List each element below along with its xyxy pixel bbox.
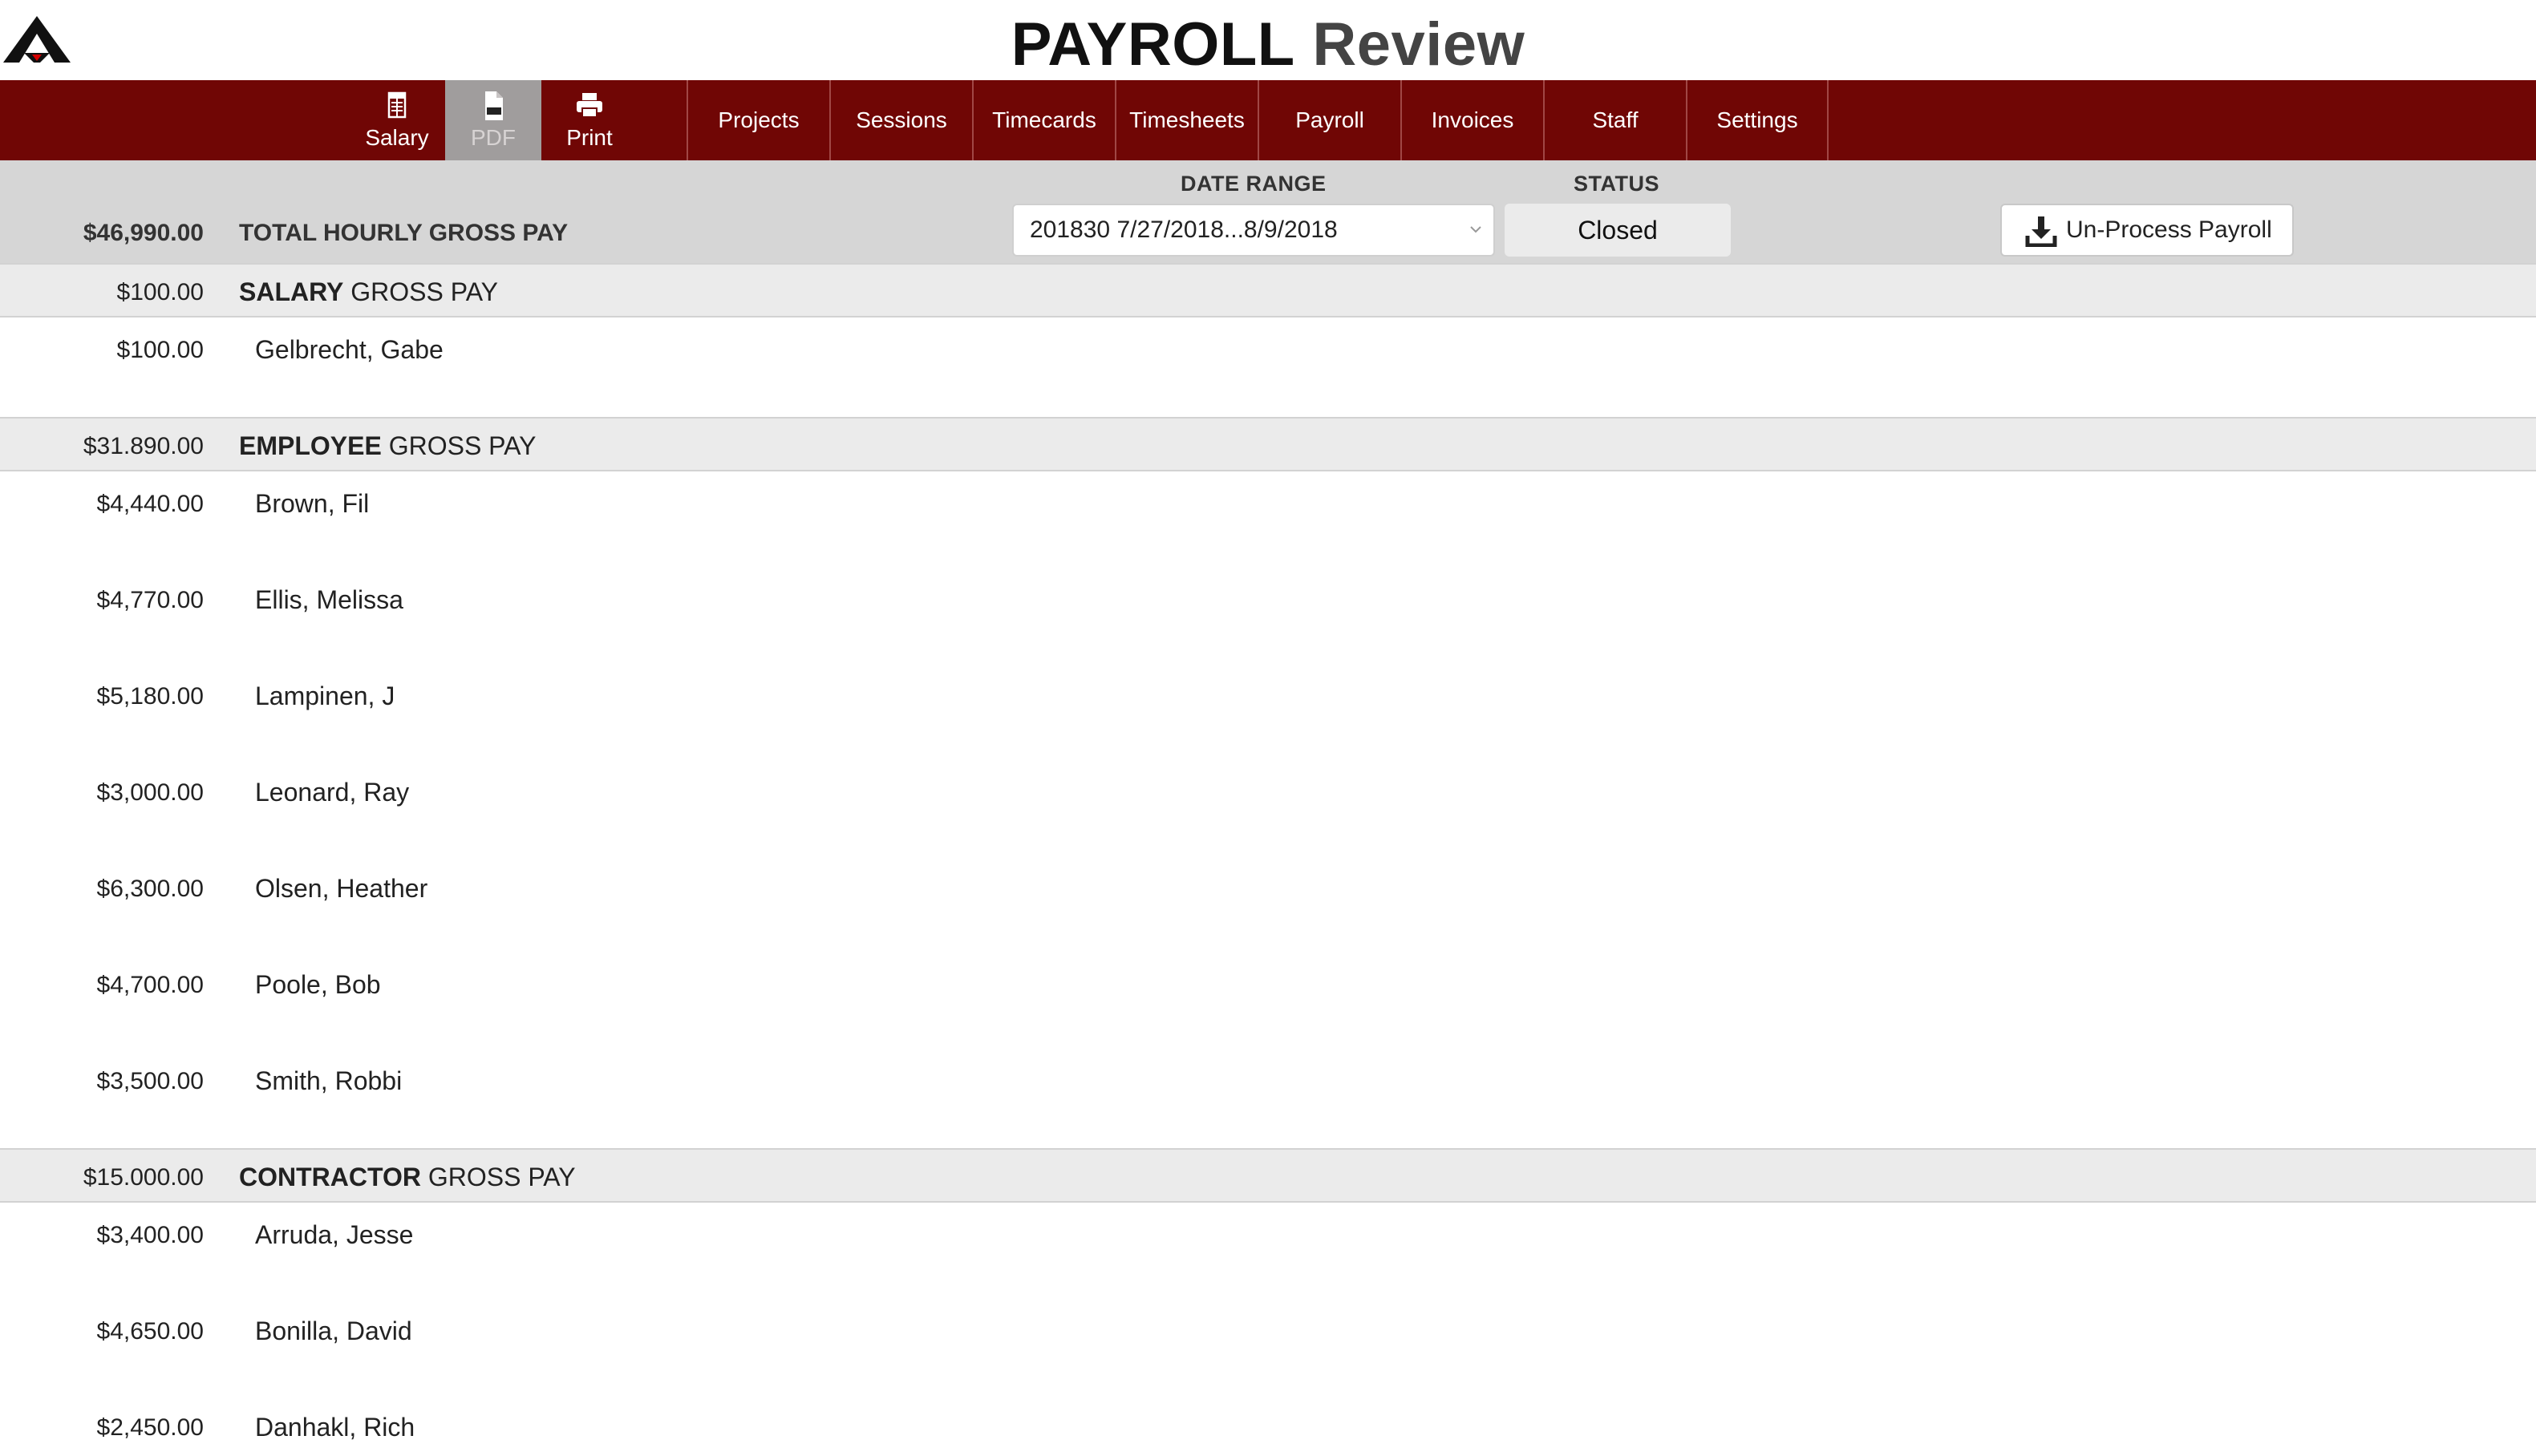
row-amount: $4,650.00 xyxy=(96,1318,204,1345)
row-amount: $4,440.00 xyxy=(96,491,204,517)
salary-section-title-bold: SALARY xyxy=(239,277,344,306)
tab-invoices[interactable]: Invoices xyxy=(1400,80,1543,160)
employee-section-title: EMPLOYEE GROSS PAY xyxy=(239,431,536,461)
salary-section-header: $100.00 SALARY GROSS PAY xyxy=(0,263,2536,317)
salary-section-title-rest: GROSS PAY xyxy=(350,277,499,306)
row-amount: $6,300.00 xyxy=(96,876,204,902)
total-gross-amount: $46,990.00 xyxy=(83,220,204,246)
print-label: Print xyxy=(566,125,613,150)
date-range-select[interactable]: 201830 7/27/2018...8/9/2018 xyxy=(1012,204,1495,257)
contractor-total-amount: $15.000.00 xyxy=(83,1164,204,1191)
tab-timesheets[interactable]: Timesheets xyxy=(1115,80,1258,160)
row-amount: $3,500.00 xyxy=(96,1068,204,1094)
tab-projects[interactable]: Projects xyxy=(687,80,829,160)
row-name: Danhakl, Rich xyxy=(255,1413,415,1442)
tab-staff[interactable]: Staff xyxy=(1543,80,1686,160)
tab-sessions[interactable]: Sessions xyxy=(829,80,972,160)
salary-button[interactable]: Salary xyxy=(353,80,441,160)
contractor-section-header: $15.000.00 CONTRACTOR GROSS PAY xyxy=(0,1148,2536,1203)
employee-section-title-bold: EMPLOYEE xyxy=(239,431,382,460)
spreadsheet-icon xyxy=(387,91,407,119)
contractor-section-title-bold: CONTRACTOR xyxy=(239,1163,421,1191)
unprocess-payroll-button[interactable]: Un-Process Payroll xyxy=(2000,204,2294,257)
printer-icon xyxy=(577,93,602,118)
date-range-value: 201830 7/27/2018...8/9/2018 xyxy=(1030,216,1338,243)
row-amount: $5,180.00 xyxy=(96,683,204,710)
main-navbar: Salary PDF Print Projects Sessions Timec… xyxy=(0,80,2536,160)
row-name: Bonilla, David xyxy=(255,1316,412,1345)
row-amount: $3,400.00 xyxy=(96,1222,204,1248)
row-name: Gelbrecht, Gabe xyxy=(255,335,444,364)
tab-timecards[interactable]: Timecards xyxy=(972,80,1115,160)
page-title-light: Review xyxy=(1312,10,1525,79)
row-amount: $2,450.00 xyxy=(96,1414,204,1441)
download-icon xyxy=(2025,216,2057,247)
salary-total-amount: $100.00 xyxy=(116,279,204,305)
pdf-file-icon xyxy=(485,91,503,120)
row-amount: $4,700.00 xyxy=(96,972,204,998)
employee-section-title-rest: GROSS PAY xyxy=(388,431,537,460)
contractor-section-title-rest: GROSS PAY xyxy=(427,1163,576,1191)
row-name: Poole, Bob xyxy=(255,970,381,999)
pdf-button[interactable]: PDF xyxy=(445,80,541,160)
row-amount: $4,770.00 xyxy=(96,587,204,613)
unprocess-payroll-label: Un-Process Payroll xyxy=(2066,216,2272,243)
row-amount: $100.00 xyxy=(116,337,204,363)
salary-label: Salary xyxy=(365,125,429,150)
row-amount: $3,000.00 xyxy=(96,779,204,806)
row-name: Ellis, Melissa xyxy=(255,585,403,614)
page-title-bold: PAYROLL xyxy=(1011,10,1295,79)
nav-tabs: Projects Sessions Timecards Timesheets P… xyxy=(687,80,1829,160)
tab-payroll[interactable]: Payroll xyxy=(1258,80,1400,160)
chevron-down-icon xyxy=(1470,226,1481,233)
header: PAYROLL Review xyxy=(0,0,2536,80)
filter-bar: $46,990.00 TOTAL HOURLY GROSS PAY DATE R… xyxy=(0,160,2536,265)
total-gross-label: TOTAL HOURLY GROSS PAY xyxy=(239,220,569,246)
row-name: Olsen, Heather xyxy=(255,874,428,903)
row-name: Leonard, Ray xyxy=(255,778,410,807)
row-name: Brown, Fil xyxy=(255,489,370,518)
date-range-caption: DATE RANGE xyxy=(1181,172,1327,196)
tab-settings[interactable]: Settings xyxy=(1686,80,1829,160)
employee-section-header: $31.890.00 EMPLOYEE GROSS PAY xyxy=(0,417,2536,471)
pdf-label: PDF xyxy=(471,125,516,150)
status-caption: STATUS xyxy=(1574,172,1659,196)
page-title: PAYROLL Review xyxy=(0,6,2536,83)
contractor-section-title: CONTRACTOR GROSS PAY xyxy=(239,1163,576,1192)
employee-total-amount: $31.890.00 xyxy=(83,433,204,459)
row-name: Arruda, Jesse xyxy=(255,1220,414,1249)
row-name: Lampinen, J xyxy=(255,681,395,710)
row-name: Smith, Robbi xyxy=(255,1066,403,1095)
print-button[interactable]: Print xyxy=(545,80,634,160)
salary-section-title: SALARY GROSS PAY xyxy=(239,277,498,307)
status-value: Closed xyxy=(1505,204,1731,257)
